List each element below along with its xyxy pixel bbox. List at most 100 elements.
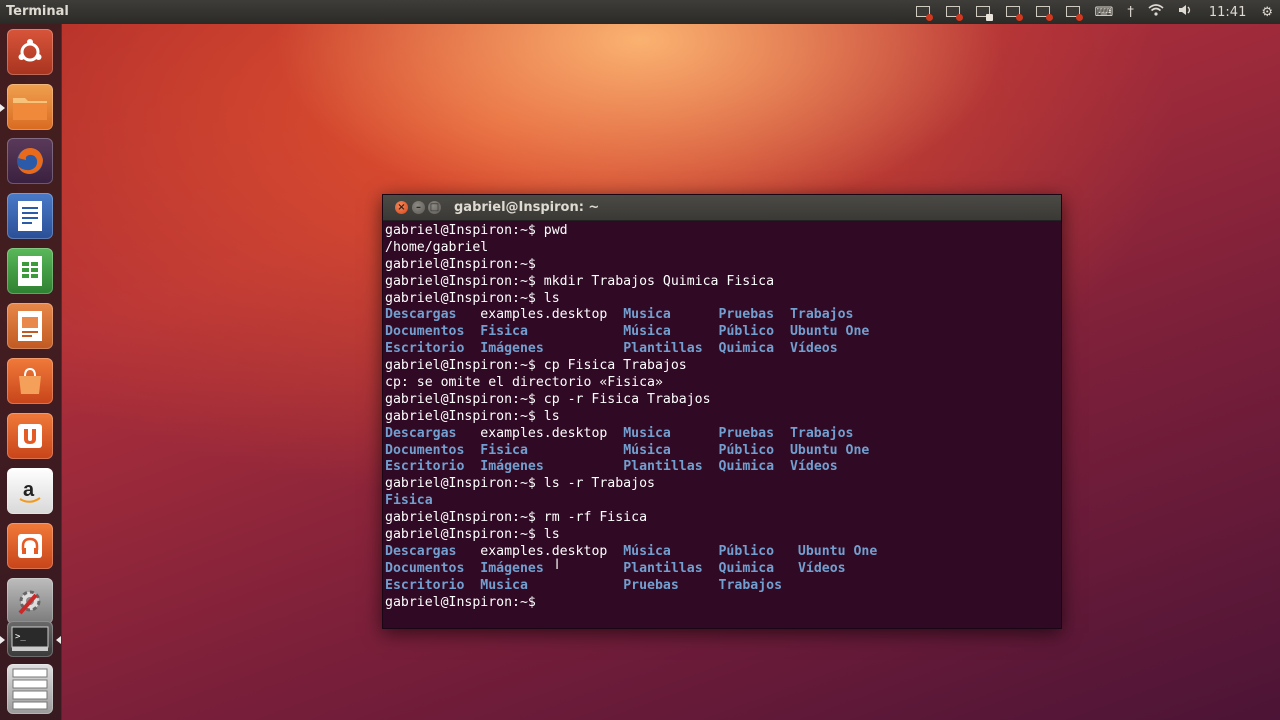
directory-name: Música: [623, 324, 671, 340]
workspaces-icon: [12, 668, 48, 710]
wifi-icon[interactable]: [1148, 4, 1164, 20]
directory-name: Escritorio: [385, 577, 465, 593]
volume-icon[interactable]: [1178, 4, 1194, 20]
directory-name: Fisica: [480, 324, 528, 340]
maximize-window-button[interactable]: □: [428, 201, 441, 214]
app-indicator-icon[interactable]: [1035, 6, 1053, 21]
system-settings-launcher-button[interactable]: [7, 578, 53, 624]
directory-name: Ubuntu One: [797, 543, 878, 559]
directory-name: Plantillas: [623, 341, 703, 357]
terminal-window[interactable]: × – □ gabriel@Inspiron: ~ gabriel@Inspir…: [382, 194, 1062, 629]
firefox-launcher-button[interactable]: [7, 138, 53, 184]
directory-name: Pruebas: [718, 425, 775, 441]
terminal-output[interactable]: gabriel@Inspiron:~$ pwd/home/gabriel gabr…: [384, 221, 1061, 628]
app-indicator-icon[interactable]: [945, 6, 963, 21]
shopping-bag-icon: [19, 367, 41, 394]
directory-name: Escritorio: [385, 459, 465, 475]
directory-name: Escritorio: [385, 341, 465, 357]
close-window-button[interactable]: ×: [395, 201, 408, 214]
directory-name: Quimica: [718, 459, 775, 475]
clock[interactable]: 11:41: [1209, 5, 1246, 20]
terminal-line: Documentos Fisica Música Público Ubuntu …: [385, 324, 1061, 341]
directory-name: Quimica: [718, 341, 775, 357]
directory-name: Vídeos: [797, 560, 846, 576]
terminal-text: /home/gabriel: [385, 239, 489, 255]
svg-text:>_: >_: [15, 632, 26, 642]
directory-name: Público: [718, 324, 775, 340]
app-indicator-icon[interactable]: [1065, 6, 1083, 21]
directory-name: Público: [718, 442, 775, 458]
maximize-icon: □: [429, 202, 440, 213]
directory-name: Ubuntu One: [789, 324, 870, 340]
text-cursor-icon: I: [555, 557, 560, 573]
terminal-text: gabriel@Inspiron:~$ ls -r Trabajos: [385, 476, 655, 492]
top-panel: Terminal ⌨ † 11:41 ⚙: [0, 0, 1280, 24]
directory-name: Vídeos: [790, 341, 838, 357]
amazon-icon: a: [19, 479, 41, 503]
minimize-icon: –: [416, 202, 421, 213]
ubuntu-dash-button[interactable]: [7, 29, 53, 75]
app-indicator-icon[interactable]: [975, 6, 993, 21]
active-app-title: Terminal: [6, 4, 69, 19]
app-indicator-icon[interactable]: [1005, 6, 1023, 21]
terminal-line: Descargas examples.desktop Musica Prueba…: [385, 307, 1061, 324]
folder-icon: [13, 98, 47, 120]
firefox-icon: [17, 148, 43, 174]
terminal-text: gabriel@Inspiron:~$ mkdir Trabajos Quimi…: [385, 273, 775, 289]
terminal-text: cp: se omite el directorio «Fisica»: [385, 375, 663, 391]
terminal-line: gabriel@Inspiron:~$ ls -r Trabajos: [385, 476, 1061, 493]
directory-name: Descargas: [385, 307, 457, 323]
svg-text:a: a: [23, 479, 35, 501]
ubuntu-one-music-launcher-button[interactable]: [7, 523, 53, 569]
bluetooth-icon[interactable]: †: [1127, 5, 1134, 20]
amazon-launcher-button[interactable]: a: [7, 468, 53, 514]
directory-name: Pruebas: [623, 577, 679, 593]
terminal-line: gabriel@Inspiron:~$ ls: [385, 409, 1061, 426]
impress-launcher-button[interactable]: [7, 303, 53, 349]
terminal-line: gabriel@Inspiron:~$ pwd: [385, 223, 1061, 240]
terminal-line: gabriel@Inspiron:~$ mkdir Trabajos Quimi…: [385, 274, 1061, 291]
terminal-line: gabriel@Inspiron:~$ cp Fisica Trabajos: [385, 358, 1061, 375]
workspaces-launcher-button[interactable]: [7, 664, 53, 714]
calc-launcher-button[interactable]: [7, 248, 53, 294]
terminal-line: Descargas examples.desktop Musica Prueba…: [385, 426, 1061, 443]
ubuntu-one-launcher-button[interactable]: [7, 413, 53, 459]
terminal-line: cp: se omite el directorio «Fisica»: [385, 375, 1061, 392]
terminal-line: gabriel@Inspiron:~$ rm -rf Fisica: [385, 510, 1061, 527]
directory-name: Documentos: [385, 442, 465, 458]
terminal-line: Fisica: [385, 493, 1061, 510]
terminal-line: /home/gabriel: [385, 240, 1061, 257]
directory-name: Musica: [480, 577, 528, 593]
writer-launcher-button[interactable]: [7, 193, 53, 239]
document-icon: [18, 201, 42, 231]
directory-name: Musica: [623, 307, 671, 323]
app-indicator-icon[interactable]: [915, 6, 933, 21]
settings-gear-icon[interactable]: ⚙: [1261, 5, 1273, 20]
terminal-line: gabriel@Inspiron:~$ cp -r Fisica Trabajo…: [385, 392, 1061, 409]
minimize-window-button[interactable]: –: [412, 201, 425, 214]
directory-name: Musica: [623, 425, 671, 441]
spreadsheet-icon: [18, 256, 42, 286]
directory-name: Vídeos: [790, 459, 838, 475]
terminal-line: Documentos Imágenes Plantillas Quimica V…: [385, 561, 1061, 578]
files-launcher-button[interactable]: [7, 84, 53, 130]
directory-name: Imágenes: [480, 341, 544, 357]
directory-name: Plantillas: [623, 459, 703, 475]
software-center-launcher-button[interactable]: [7, 358, 53, 404]
directory-name: Fisica: [385, 493, 433, 509]
terminal-launcher-button[interactable]: >_: [7, 621, 53, 657]
window-titlebar[interactable]: × – □ gabriel@Inspiron: ~: [383, 195, 1061, 221]
keyboard-icon[interactable]: ⌨: [1095, 5, 1114, 20]
